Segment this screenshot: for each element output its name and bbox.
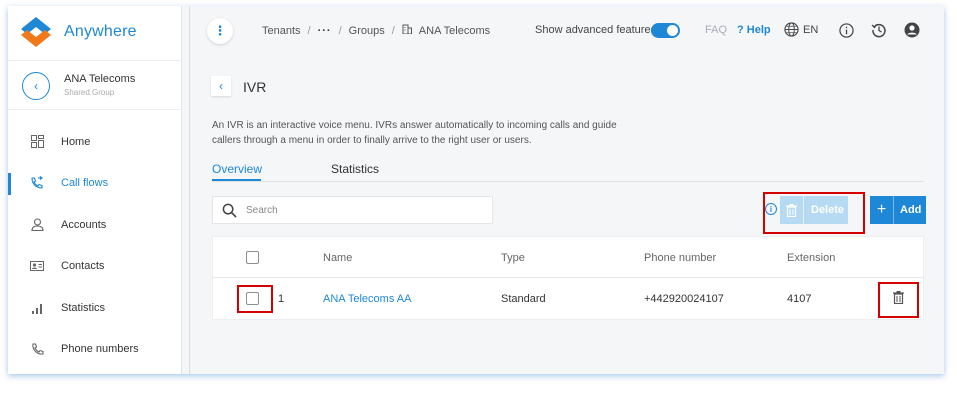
- bar-chart-icon: [30, 301, 44, 315]
- breadcrumb-tenants[interactable]: Tenants: [262, 25, 301, 37]
- globe-icon: [784, 22, 799, 37]
- column-header-phone-number[interactable]: Phone number: [644, 252, 716, 264]
- search-icon: [222, 203, 237, 218]
- kebab-menu-icon: ⋮: [213, 23, 227, 38]
- sidebar-item-label: Call flows: [61, 177, 109, 190]
- call-flow-icon: [30, 176, 44, 190]
- advanced-features-toggle[interactable]: [651, 23, 680, 38]
- app-name: Anywhere: [64, 23, 137, 40]
- phone-icon: [30, 342, 44, 356]
- column-header-name[interactable]: Name: [323, 252, 352, 264]
- highlight-box-delete: [763, 192, 865, 234]
- sidebar-item-label: Home: [61, 135, 91, 148]
- sidebar-item-accounts[interactable]: Accounts: [8, 204, 182, 246]
- table-header: Name Type Phone number Extension: [213, 237, 923, 278]
- page-title: IVR: [243, 79, 267, 95]
- account-circle-icon: [904, 22, 920, 38]
- page-back-button[interactable]: ‹: [211, 76, 231, 96]
- add-button[interactable]: + Add: [870, 196, 926, 224]
- column-header-extension[interactable]: Extension: [787, 252, 835, 264]
- breadcrumb: Tenants / ··· / Groups / ANA Telecoms: [262, 24, 490, 37]
- building-icon: [402, 24, 412, 37]
- breadcrumb-groups[interactable]: Groups: [349, 25, 385, 37]
- sidebar-item-home[interactable]: Home: [8, 121, 182, 163]
- highlight-box-row-delete: [878, 282, 919, 318]
- user-icon: [30, 218, 44, 232]
- sidebar-item-label: Contacts: [61, 260, 105, 273]
- plus-icon: +: [870, 196, 894, 224]
- app-window: Anywhere ‹ ANA Telecoms Shared.Group Hom…: [8, 6, 944, 374]
- active-tab-indicator: [212, 179, 261, 181]
- ivr-name-link[interactable]: ANA Telecoms AA: [323, 293, 411, 305]
- table-row[interactable]: 1 ANA Telecoms AA Standard +442920024107…: [213, 278, 923, 320]
- breadcrumb-current[interactable]: ANA Telecoms: [419, 25, 490, 37]
- tenant-subtitle: Shared.Group: [64, 88, 115, 97]
- breadcrumb-more[interactable]: ···: [318, 25, 332, 37]
- highlight-box-checkbox: [237, 285, 273, 313]
- tab-statistics[interactable]: Statistics: [331, 162, 379, 176]
- breadcrumb-separator: /: [307, 24, 311, 37]
- history-button[interactable]: [871, 22, 887, 38]
- ivr-table: Name Type Phone number Extension 1 ANA T…: [212, 236, 924, 320]
- add-button-label: Add: [900, 204, 922, 216]
- ivr-extension: 4107: [787, 293, 812, 305]
- select-all-checkbox[interactable]: [246, 251, 259, 264]
- language-code: EN: [803, 23, 819, 36]
- app-logo[interactable]: Anywhere: [18, 12, 137, 52]
- contact-card-icon: [30, 259, 44, 273]
- ivr-type: Standard: [501, 293, 546, 305]
- breadcrumb-separator: /: [338, 24, 342, 37]
- info-icon: [838, 22, 854, 38]
- sidebar-item-label: Phone numbers: [61, 343, 139, 356]
- ivr-phone-number: +442920024107: [644, 293, 724, 305]
- chevron-left-icon: ‹: [219, 79, 223, 93]
- page-description: An IVR is an interactive voice menu. IVR…: [212, 120, 617, 146]
- history-icon: [871, 23, 886, 38]
- sidebar-item-phone-numbers[interactable]: Phone numbers: [8, 329, 182, 371]
- sidebar-scrollbar[interactable]: [182, 6, 190, 374]
- dashboard-icon: [30, 135, 44, 149]
- tenant-switcher: ‹ ANA Telecoms Shared.Group: [8, 60, 182, 110]
- tenant-name: ANA Telecoms: [64, 73, 136, 85]
- language-selector[interactable]: EN: [784, 22, 818, 37]
- help-link[interactable]: ? Help: [737, 24, 771, 36]
- user-account-button[interactable]: [904, 22, 920, 38]
- advanced-features-label: Show advanced features: [535, 24, 657, 36]
- row-index: 1: [278, 293, 285, 305]
- faq-link[interactable]: FAQ: [705, 24, 727, 36]
- tab-overview[interactable]: Overview: [212, 162, 262, 176]
- sidebar-nav: Home Call flows Accounts Contacts Statis…: [8, 121, 182, 370]
- sidebar-item-statistics[interactable]: Statistics: [8, 287, 182, 329]
- tab-bar: Overview Statistics: [212, 160, 924, 182]
- sidebar-item-contacts[interactable]: Contacts: [8, 246, 182, 288]
- sidebar: Anywhere ‹ ANA Telecoms Shared.Group Hom…: [8, 6, 182, 374]
- search-input[interactable]: [246, 204, 466, 216]
- sidebar-item-label: Statistics: [61, 301, 106, 314]
- tenant-back-button[interactable]: ‹: [22, 72, 50, 100]
- search-box[interactable]: [212, 196, 493, 224]
- sidebar-item-call-flows[interactable]: Call flows: [8, 163, 182, 205]
- sidebar-item-label: Accounts: [61, 218, 107, 231]
- breadcrumb-separator: /: [391, 24, 395, 37]
- menu-button[interactable]: ⋮: [207, 18, 233, 44]
- anywhere-logo-icon: [21, 17, 51, 47]
- column-header-type[interactable]: Type: [501, 252, 525, 264]
- chevron-left-icon: ‹: [34, 79, 38, 93]
- info-button[interactable]: [838, 22, 854, 38]
